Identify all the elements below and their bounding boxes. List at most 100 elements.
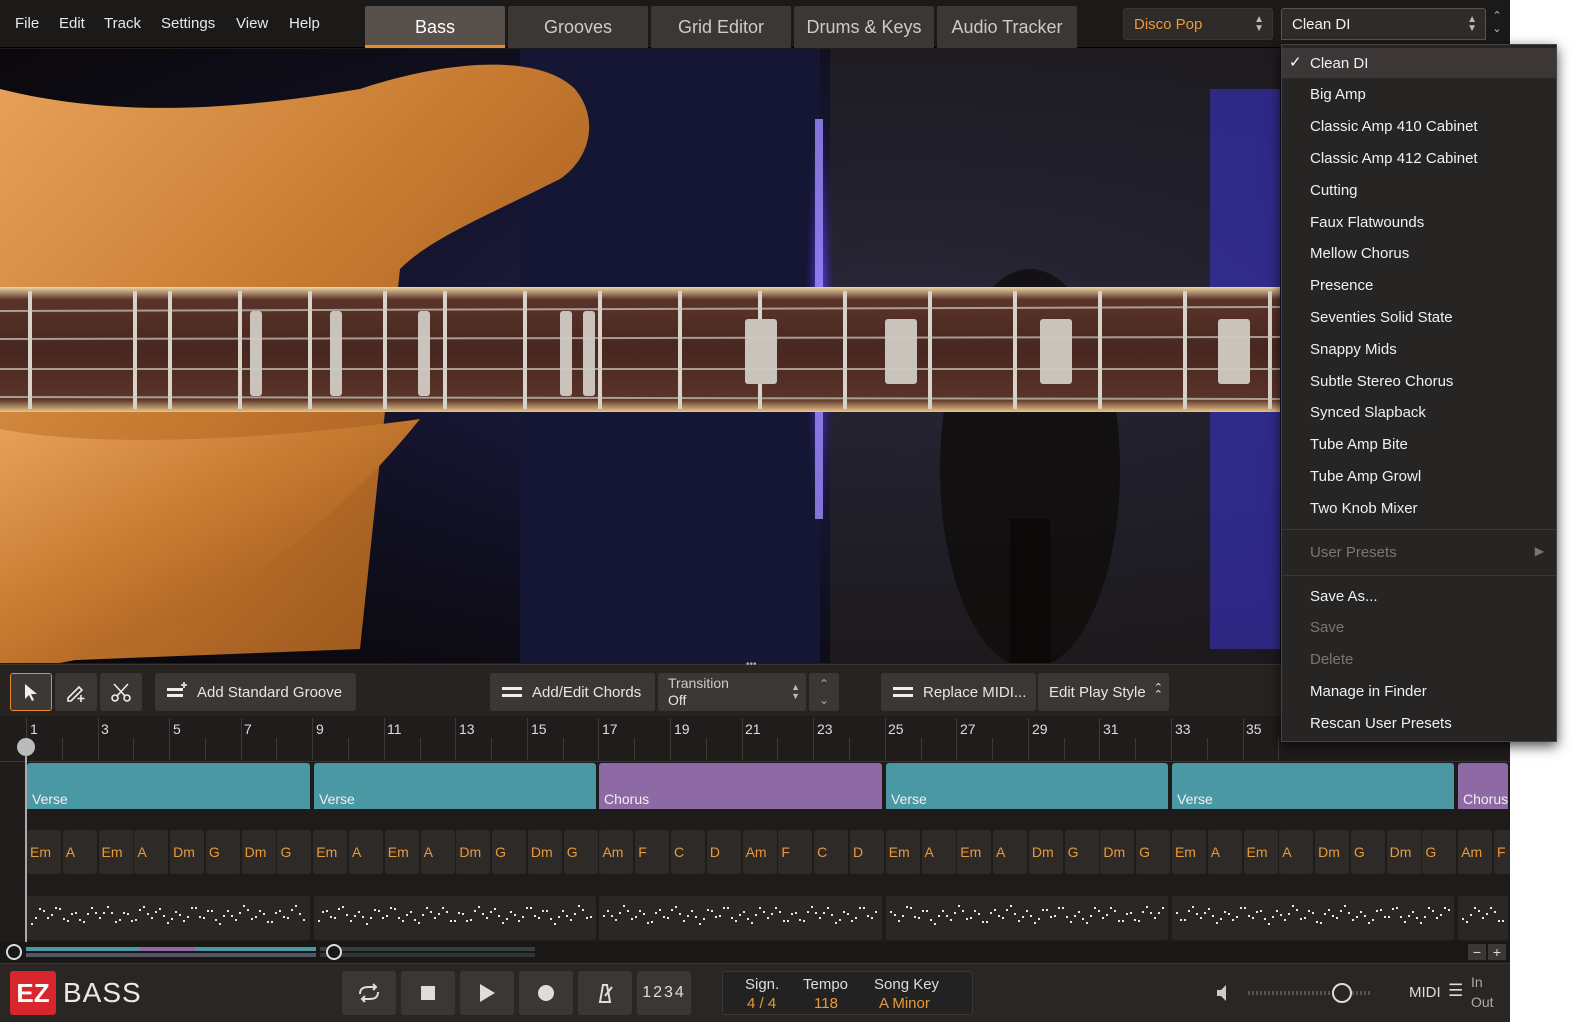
- signature-value[interactable]: 4 / 4: [747, 995, 776, 1012]
- add-edit-chords-button[interactable]: Add/Edit Chords: [490, 673, 655, 711]
- preset-action[interactable]: Manage in Finder: [1282, 676, 1556, 706]
- chord-block[interactable]: Am: [742, 830, 777, 874]
- replace-midi-button[interactable]: Replace MIDI...: [881, 673, 1036, 711]
- pencil-tool-button[interactable]: [55, 673, 97, 711]
- chord-block[interactable]: A: [420, 830, 455, 874]
- preset-option[interactable]: Tube Amp Bite: [1282, 430, 1556, 460]
- preset-option[interactable]: Synced Slapback: [1282, 398, 1556, 428]
- resize-handle[interactable]: •••: [746, 660, 764, 670]
- chord-block[interactable]: G: [1064, 830, 1099, 874]
- chord-block[interactable]: A: [62, 830, 97, 874]
- chord-block[interactable]: F: [635, 830, 670, 874]
- chord-block[interactable]: G: [563, 830, 598, 874]
- chord-block[interactable]: A: [349, 830, 384, 874]
- chord-block[interactable]: A: [993, 830, 1028, 874]
- chord-block[interactable]: Em: [885, 830, 920, 874]
- chord-block[interactable]: Em: [1171, 830, 1206, 874]
- hamburger-icon[interactable]: ☰: [1448, 981, 1463, 1001]
- chord-block[interactable]: Dm: [456, 830, 491, 874]
- chord-block[interactable]: F: [778, 830, 813, 874]
- play-button[interactable]: [460, 971, 514, 1015]
- preset-option[interactable]: Tube Amp Growl: [1282, 461, 1556, 491]
- chevron-down-icon[interactable]: ⌄: [819, 692, 829, 708]
- chord-block[interactable]: Em: [957, 830, 992, 874]
- style-select[interactable]: Disco Pop ▲ ▼: [1123, 8, 1273, 40]
- tab-grid-editor[interactable]: Grid Editor: [651, 6, 791, 48]
- midi-groove-clip[interactable]: [27, 896, 310, 940]
- chord-block[interactable]: Am: [1458, 830, 1493, 874]
- song-part-chorus[interactable]: Chorus: [1458, 763, 1508, 809]
- song-part-chorus[interactable]: Chorus: [599, 763, 882, 809]
- transition-select[interactable]: Transition Off ▲ ▼: [658, 673, 806, 711]
- midi-groove-clip[interactable]: [1172, 896, 1454, 940]
- menu-edit[interactable]: Edit: [59, 15, 85, 32]
- preset-stepper[interactable]: ⌃ ⌄: [1488, 10, 1506, 40]
- midi-groove-clip[interactable]: [1458, 896, 1508, 940]
- menu-help[interactable]: Help: [289, 15, 320, 32]
- song-part-verse[interactable]: Verse: [1172, 763, 1454, 809]
- chord-block[interactable]: C: [814, 830, 849, 874]
- chord-block[interactable]: Dm: [1028, 830, 1063, 874]
- chord-block[interactable]: A: [921, 830, 956, 874]
- preset-option[interactable]: Faux Flatwounds: [1282, 207, 1556, 237]
- chord-block[interactable]: Am: [599, 830, 634, 874]
- stop-button[interactable]: [401, 971, 455, 1015]
- metronome-button[interactable]: [578, 971, 632, 1015]
- preset-option[interactable]: Classic Amp 410 Cabinet: [1282, 112, 1556, 142]
- tab-drums-keys[interactable]: Drums & Keys: [794, 6, 934, 48]
- count-in-button[interactable]: 1234: [637, 971, 691, 1015]
- menu-view[interactable]: View: [236, 15, 268, 32]
- chord-block[interactable]: D: [849, 830, 884, 874]
- tab-audio-tracker[interactable]: Audio Tracker: [937, 6, 1077, 48]
- song-part-verse[interactable]: Verse: [314, 763, 596, 809]
- chord-block[interactable]: Dm: [241, 830, 276, 874]
- chord-block[interactable]: C: [671, 830, 706, 874]
- song-part-verse[interactable]: Verse: [886, 763, 1168, 809]
- chord-block[interactable]: G: [1422, 830, 1457, 874]
- chord-block[interactable]: G: [492, 830, 527, 874]
- chord-block[interactable]: Dm: [1386, 830, 1421, 874]
- midi-groove-clip[interactable]: [599, 896, 882, 940]
- loop-button[interactable]: [342, 971, 396, 1015]
- chord-block[interactable]: Em: [313, 830, 348, 874]
- menu-settings[interactable]: Settings: [161, 15, 215, 32]
- preset-option[interactable]: Two Knob Mixer: [1282, 493, 1556, 523]
- preset-action[interactable]: Save As...: [1282, 581, 1556, 611]
- song-key-value[interactable]: A Minor: [879, 995, 930, 1012]
- preset-option[interactable]: Subtle Stereo Chorus: [1282, 366, 1556, 396]
- edit-play-style-button[interactable]: Edit Play Style ⌃ ⌃: [1038, 673, 1169, 711]
- preset-select[interactable]: Clean DI ▲ ▼: [1281, 8, 1486, 40]
- chord-block[interactable]: A: [1279, 830, 1314, 874]
- chord-block[interactable]: F: [1493, 830, 1510, 874]
- zoom-in-button[interactable]: +: [1488, 944, 1506, 960]
- chord-block[interactable]: G: [1136, 830, 1171, 874]
- preset-option[interactable]: Mellow Chorus: [1282, 239, 1556, 269]
- chord-block[interactable]: A: [134, 830, 169, 874]
- preset-option[interactable]: Cutting: [1282, 175, 1556, 205]
- menu-file[interactable]: File: [15, 15, 39, 32]
- preset-option[interactable]: Seventies Solid State: [1282, 302, 1556, 332]
- chord-block[interactable]: G: [277, 830, 312, 874]
- record-button[interactable]: [519, 971, 573, 1015]
- add-standard-groove-button[interactable]: Add Standard Groove: [155, 673, 356, 711]
- song-part-verse[interactable]: Verse: [27, 763, 310, 809]
- midi-groove-clip[interactable]: [314, 896, 596, 940]
- chord-block[interactable]: Em: [27, 830, 61, 874]
- zoom-out-button[interactable]: −: [1468, 944, 1486, 960]
- chord-block[interactable]: Dm: [1100, 830, 1135, 874]
- chord-block[interactable]: G: [205, 830, 240, 874]
- chevron-down-icon[interactable]: ⌄: [1492, 23, 1501, 35]
- user-presets-submenu[interactable]: User Presets ▶: [1282, 537, 1556, 567]
- select-tool-button[interactable]: [10, 673, 52, 711]
- chord-block[interactable]: D: [706, 830, 741, 874]
- preset-option[interactable]: Big Amp: [1282, 80, 1556, 110]
- tab-grooves[interactable]: Grooves: [508, 6, 648, 48]
- preset-option[interactable]: Presence: [1282, 271, 1556, 301]
- preset-option[interactable]: Snappy Mids: [1282, 334, 1556, 364]
- chord-block[interactable]: Dm: [527, 830, 562, 874]
- chord-block[interactable]: A: [1207, 830, 1242, 874]
- tab-bass[interactable]: Bass: [365, 6, 505, 48]
- song-overview-scroller[interactable]: − +: [0, 942, 1510, 962]
- preset-action[interactable]: Rescan User Presets: [1282, 708, 1556, 738]
- chord-block[interactable]: Em: [1243, 830, 1278, 874]
